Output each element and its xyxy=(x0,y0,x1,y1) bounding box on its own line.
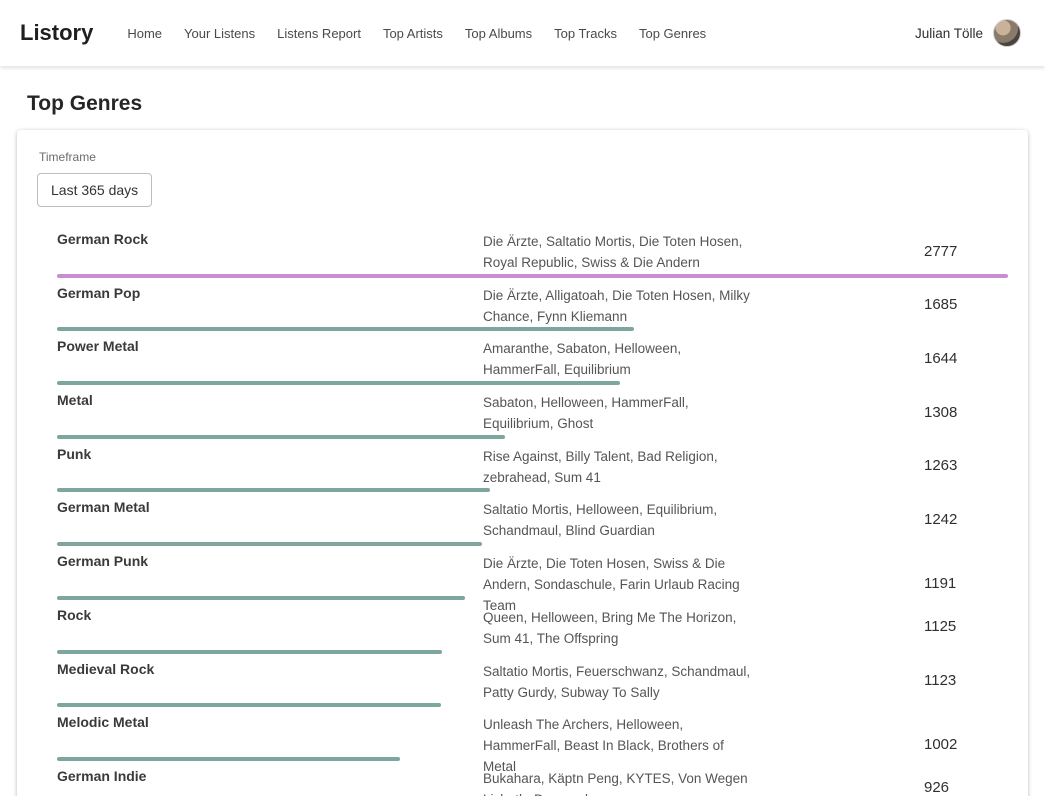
genre-row: Power Metal Amaranthe, Sabaton, Hellowee… xyxy=(57,332,1008,386)
genre-row: Melodic Metal Unleash The Archers, Hello… xyxy=(57,708,1008,762)
genre-artists: Die Ärzte, Saltatio Mortis, Die Toten Ho… xyxy=(483,225,924,273)
genre-name: German Metal xyxy=(57,493,483,541)
genre-count: 1263 xyxy=(924,453,1008,474)
genre-name: German Indie xyxy=(57,762,483,796)
genre-bar-track xyxy=(57,650,1008,654)
timeframe-label: Timeframe xyxy=(39,150,1008,164)
nav-item-home[interactable]: Home xyxy=(127,26,162,41)
genre-count: 1191 xyxy=(924,571,1008,592)
genre-count: 1002 xyxy=(924,732,1008,753)
genre-artists: Queen, Helloween, Bring Me The Horizon, … xyxy=(483,601,924,649)
app-bar: Listory Home Your Listens Listens Report To… xyxy=(0,0,1045,66)
genre-artists: Saltatio Mortis, Helloween, Equilibrium,… xyxy=(483,493,924,541)
genre-name: Metal xyxy=(57,386,483,434)
nav-item-your-listens[interactable]: Your Listens xyxy=(184,26,255,41)
genre-count: 2777 xyxy=(924,239,1008,260)
genre-row: Medieval Rock Saltatio Mortis, Feuerschw… xyxy=(57,655,1008,709)
genre-count: 1685 xyxy=(924,292,1008,313)
genre-bar-track xyxy=(57,596,1008,600)
genre-row-main: German Indie Bukahara, Käptn Peng, KYTES… xyxy=(57,762,1008,796)
genres-card: Timeframe Last 365 days German Rock Die … xyxy=(17,130,1028,796)
genre-row-main: Melodic Metal Unleash The Archers, Hello… xyxy=(57,708,1008,754)
genre-bar-track xyxy=(57,274,1008,278)
genre-name: German Pop xyxy=(57,279,483,327)
nav-item-top-tracks[interactable]: Top Tracks xyxy=(554,26,617,41)
genre-name: Power Metal xyxy=(57,332,483,380)
genre-artists: Saltatio Mortis, Feuerschwanz, Schandmau… xyxy=(483,655,924,703)
genre-count: 1644 xyxy=(924,346,1008,367)
genre-row: German Rock Die Ärzte, Saltatio Mortis, … xyxy=(57,225,1008,279)
nav-item-top-genres[interactable]: Top Genres xyxy=(639,26,706,41)
nav-item-top-albums[interactable]: Top Albums xyxy=(465,26,532,41)
genre-count: 1123 xyxy=(924,668,1008,689)
genre-row-main: German Rock Die Ärzte, Saltatio Mortis, … xyxy=(57,225,1008,271)
genre-count: 1125 xyxy=(924,614,1008,635)
genre-name: German Rock xyxy=(57,225,483,273)
genre-row: German Pop Die Ärzte, Alligatoah, Die To… xyxy=(57,279,1008,333)
user-name: Julian Tölle xyxy=(915,26,983,41)
genre-bar-track xyxy=(57,488,1008,492)
genre-bar-fill xyxy=(57,274,1008,278)
genre-row-main: German Metal Saltatio Mortis, Helloween,… xyxy=(57,493,1008,539)
genre-bar-track xyxy=(57,703,1008,707)
genre-bar-fill xyxy=(57,650,442,654)
main-nav: Home Your Listens Listens Report Top Artist… xyxy=(127,26,706,41)
genre-name: Punk xyxy=(57,440,483,488)
genre-row: German Punk Die Ärzte, Die Toten Hosen, … xyxy=(57,547,1008,601)
genre-name: Rock xyxy=(57,601,483,649)
genre-count: 926 xyxy=(924,775,1008,796)
genre-bar-fill xyxy=(57,381,620,385)
timeframe-control: Timeframe Last 365 days xyxy=(37,150,1008,207)
timeframe-select[interactable]: Last 365 days xyxy=(37,173,152,207)
genre-bar-fill xyxy=(57,435,505,439)
genre-bar-fill xyxy=(57,542,482,546)
genre-row-main: Medieval Rock Saltatio Mortis, Feuerschw… xyxy=(57,655,1008,701)
genre-row-main: Metal Sabaton, Helloween, HammerFall, Eq… xyxy=(57,386,1008,432)
nav-item-listens-report[interactable]: Listens Report xyxy=(277,26,361,41)
genre-row-main: German Punk Die Ärzte, Die Toten Hosen, … xyxy=(57,547,1008,593)
genre-artists: Bukahara, Käptn Peng, KYTES, Von Wegen L… xyxy=(483,762,924,796)
genre-row-main: Rock Queen, Helloween, Bring Me The Hori… xyxy=(57,601,1008,647)
genre-bar-fill xyxy=(57,488,490,492)
genre-bar-fill xyxy=(57,703,441,707)
user-menu[interactable]: Julian Tölle xyxy=(915,19,1021,47)
genre-bar-track xyxy=(57,327,1008,331)
genre-row: German Metal Saltatio Mortis, Helloween,… xyxy=(57,493,1008,547)
genre-bar-track xyxy=(57,435,1008,439)
genre-artists: Rise Against, Billy Talent, Bad Religion… xyxy=(483,440,924,488)
genre-count: 1308 xyxy=(924,400,1008,421)
genre-artists: Sabaton, Helloween, HammerFall, Equilibr… xyxy=(483,386,924,434)
genre-count: 1242 xyxy=(924,507,1008,528)
genre-bar-track xyxy=(57,757,1008,761)
genre-bar-fill xyxy=(57,327,634,331)
genre-artists: Die Ärzte, Alligatoah, Die Toten Hosen, … xyxy=(483,279,924,327)
genre-row: Punk Rise Against, Billy Talent, Bad Rel… xyxy=(57,440,1008,494)
brand-logo[interactable]: Listory xyxy=(20,20,93,46)
user-avatar[interactable] xyxy=(993,19,1021,47)
nav-item-top-artists[interactable]: Top Artists xyxy=(383,26,443,41)
genre-row-main: German Pop Die Ärzte, Alligatoah, Die To… xyxy=(57,279,1008,325)
genre-row-main: Power Metal Amaranthe, Sabaton, Hellowee… xyxy=(57,332,1008,378)
genre-artists: Amaranthe, Sabaton, Helloween, HammerFal… xyxy=(483,332,924,380)
genre-bar-fill xyxy=(57,757,400,761)
page-content: Top Genres Timeframe Last 365 days Germa… xyxy=(0,66,1045,796)
genre-bar-track xyxy=(57,381,1008,385)
genre-bar-track xyxy=(57,542,1008,546)
genre-row: Metal Sabaton, Helloween, HammerFall, Eq… xyxy=(57,386,1008,440)
genre-bar-fill xyxy=(57,596,465,600)
genre-row: German Indie Bukahara, Käptn Peng, KYTES… xyxy=(57,762,1008,796)
page-title: Top Genres xyxy=(27,92,1029,116)
genre-list: German Rock Die Ärzte, Saltatio Mortis, … xyxy=(57,225,1008,796)
genre-row-main: Punk Rise Against, Billy Talent, Bad Rel… xyxy=(57,440,1008,486)
genre-name: Medieval Rock xyxy=(57,655,483,703)
genre-row: Rock Queen, Helloween, Bring Me The Hori… xyxy=(57,601,1008,655)
